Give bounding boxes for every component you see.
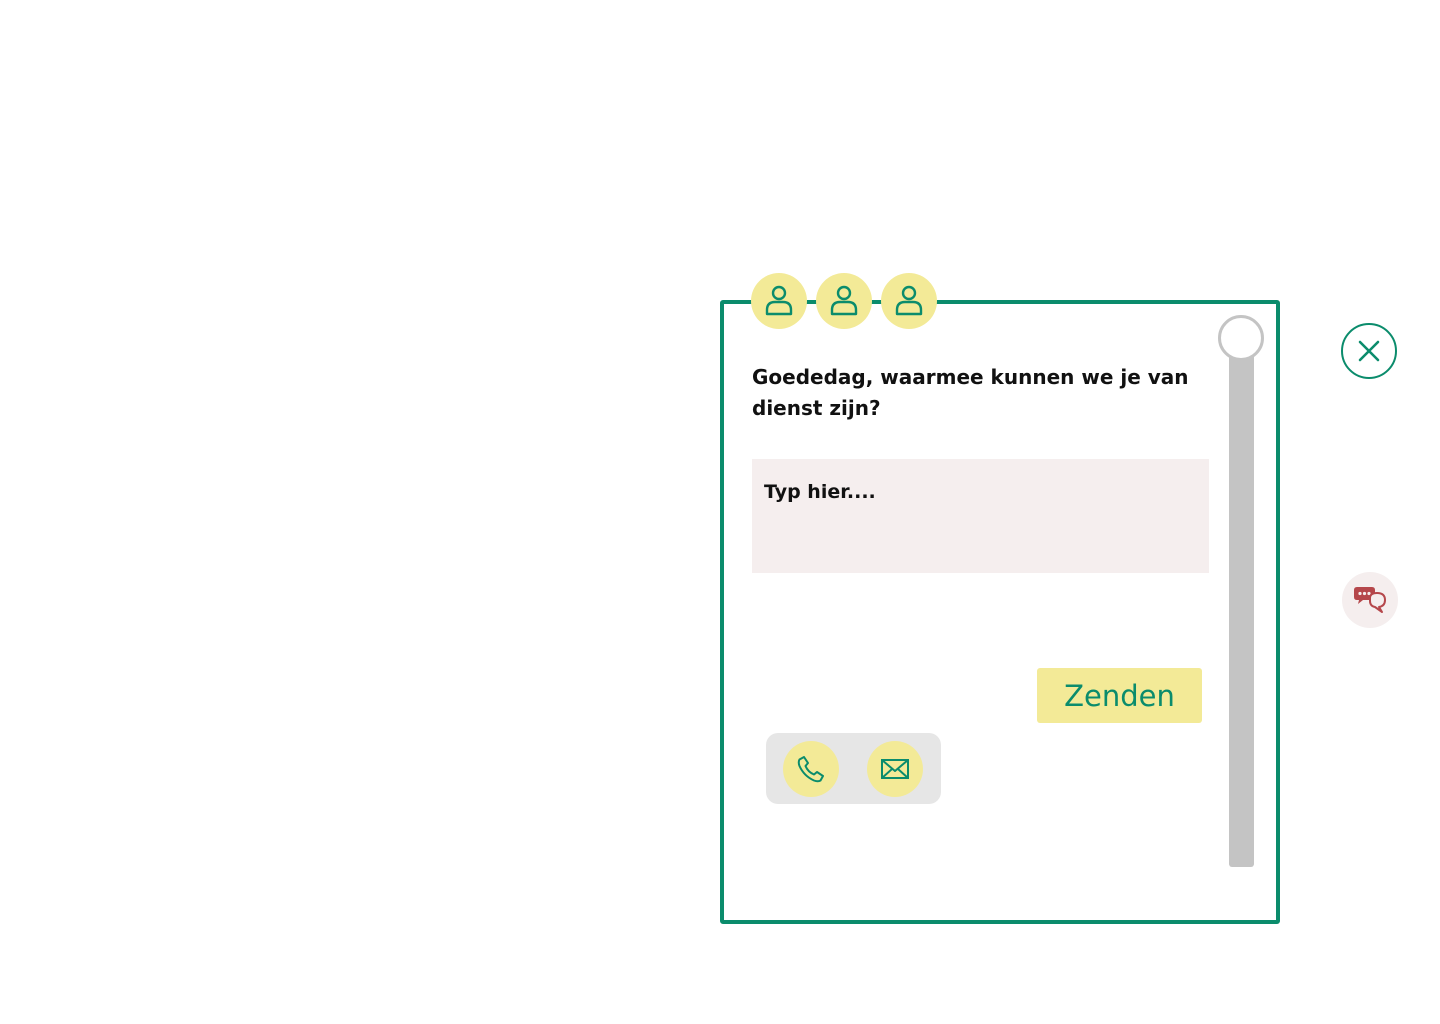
agent-avatar-2 [816,273,872,329]
user-icon [830,285,858,316]
contact-options [766,733,941,804]
mail-icon [881,759,909,779]
greeting-message: Goededag, waarmee kunnen we je van diens… [752,365,1189,420]
close-icon [1358,340,1380,362]
user-icon [895,285,923,316]
agent-avatar-1 [751,273,807,329]
close-chat-button[interactable] [1341,323,1397,379]
chat-bubbles-icon [1354,587,1386,613]
scrollbar-thumb[interactable] [1218,315,1264,361]
agent-avatar-3 [881,273,937,329]
agent-avatars [751,273,937,329]
chat-launcher-button[interactable] [1342,572,1398,628]
mail-button[interactable] [867,741,923,797]
send-button[interactable]: Zenden [1037,668,1202,723]
scrollbar-track[interactable] [1229,330,1254,867]
user-icon [765,285,793,316]
phone-button[interactable] [783,741,839,797]
message-input[interactable] [752,459,1209,573]
phone-icon [797,756,824,783]
